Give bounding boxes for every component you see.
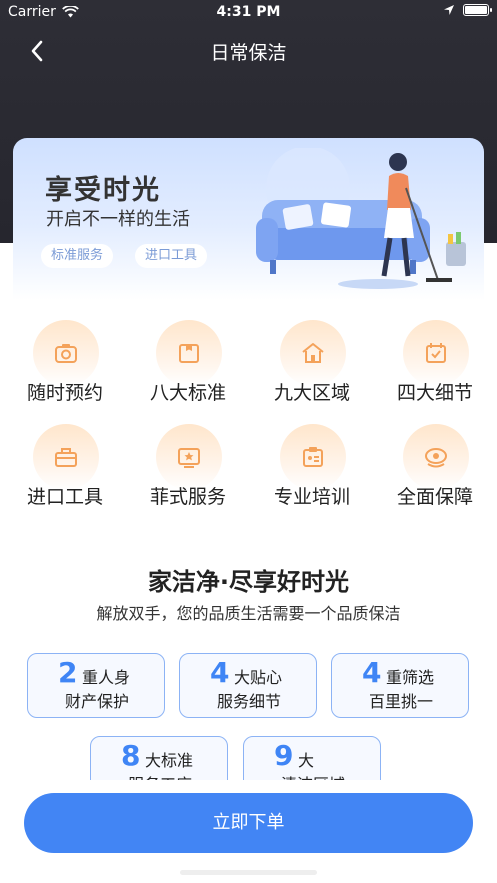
feature-icon-bg xyxy=(33,424,99,490)
feature-label: 全面保障 xyxy=(396,486,473,508)
card-subtitle: 财产保护 xyxy=(64,692,129,711)
slogan-subtitle: 解放双手，您的品质生活需要一个品质保洁 xyxy=(96,604,401,623)
card-title: 大贴心 xyxy=(234,668,283,687)
order-now-button[interactable]: 立即下单 xyxy=(24,793,473,853)
card-number: 4 xyxy=(362,656,382,689)
slogan-title: 家洁净·尽享好时光 xyxy=(147,568,350,596)
banner-tag-tools: 进口工具 xyxy=(135,244,208,268)
feature-icon-bg xyxy=(156,424,222,490)
feature-item[interactable]: 九大区域 xyxy=(250,316,374,416)
home-indicator xyxy=(180,870,317,875)
location-arrow-icon xyxy=(444,5,454,15)
feature-icon-bg xyxy=(280,424,346,490)
guarantee-card: 4 重筛选 百里挑一 xyxy=(331,653,469,718)
banner-subtitle: 开启不一样的生活 xyxy=(46,209,190,230)
card-title: 大标准 xyxy=(145,751,194,770)
clipboard-icon xyxy=(303,447,323,467)
feature-label: 四大细节 xyxy=(396,382,473,404)
calendar-check-icon xyxy=(426,343,446,363)
card-number: 9 xyxy=(274,739,294,772)
hero-banner: 享受时光 开启不一样的生活 标准服务 进口工具 xyxy=(13,138,484,300)
feature-icon-bg xyxy=(403,320,469,386)
page-title: 日常保洁 xyxy=(210,42,287,64)
feature-label: 专业培训 xyxy=(273,486,350,508)
banner-tag-standard: 标准服务 xyxy=(41,244,114,268)
feature-label: 进口工具 xyxy=(26,486,103,508)
box-icon xyxy=(179,344,199,363)
feature-label: 八大标准 xyxy=(149,382,226,404)
feature-item[interactable]: 菲式服务 xyxy=(126,420,250,520)
camera-icon xyxy=(55,344,77,363)
feature-icon-bg xyxy=(403,424,469,490)
feature-item[interactable]: 随时预约 xyxy=(3,316,127,416)
guarantee-card: 4 大贴心 服务细节 xyxy=(179,653,317,718)
feature-label: 菲式服务 xyxy=(149,486,226,508)
toolbox-icon xyxy=(55,448,77,467)
guarantee-card: 2 重人身 财产保护 xyxy=(27,653,165,718)
card-number: 4 xyxy=(210,656,230,689)
banner-title: 享受时光 xyxy=(45,175,161,206)
feature-item[interactable]: 专业培训 xyxy=(250,420,374,520)
feature-label: 九大区域 xyxy=(273,382,350,404)
feature-item[interactable]: 八大标准 xyxy=(126,316,250,416)
status-bar: Carrier 4:31 PM xyxy=(0,0,497,26)
feature-icon-bg xyxy=(280,320,346,386)
cleaning-illustration xyxy=(256,148,466,289)
card-title: 重人身 xyxy=(82,668,131,687)
status-time: 4:31 PM xyxy=(216,4,281,20)
nav-bar: 日常保洁 xyxy=(0,26,497,74)
card-number: 2 xyxy=(58,656,78,689)
status-right xyxy=(443,4,492,16)
home-icon xyxy=(302,343,324,363)
feature-item[interactable]: 四大细节 xyxy=(373,316,497,416)
card-number: 8 xyxy=(121,739,141,772)
card-title: 重筛选 xyxy=(386,668,435,687)
feature-item[interactable]: 进口工具 xyxy=(3,420,127,520)
card-title: 大 xyxy=(298,751,315,770)
card-subtitle: 百里挑一 xyxy=(368,692,433,711)
feature-item[interactable]: 全面保障 xyxy=(373,420,497,520)
battery-icon xyxy=(463,4,492,16)
star-badge-icon xyxy=(178,448,200,468)
shield-eye-icon xyxy=(425,448,447,468)
card-subtitle: 服务细节 xyxy=(216,692,281,711)
feature-label: 随时预约 xyxy=(26,382,103,404)
feature-icon-bg xyxy=(33,320,99,386)
feature-icon-bg xyxy=(156,320,222,386)
